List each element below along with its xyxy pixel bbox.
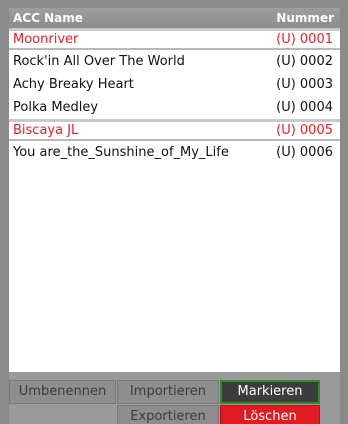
rename-button[interactable]: Umbenennen [9, 380, 116, 404]
import-button[interactable]: Importieren [117, 380, 219, 404]
item-number: (U) 0001 [276, 32, 333, 47]
export-button[interactable]: Exportieren [117, 405, 219, 424]
item-name: Moonriver [13, 32, 79, 47]
button-bar: Umbenennen Importieren Markieren Exporti… [9, 372, 340, 424]
empty-button-slot [9, 405, 116, 424]
list-header: ACC Name Nummer [9, 8, 340, 28]
list-item[interactable]: Achy Breaky Heart (U) 0003 [9, 73, 340, 96]
item-number: (U) 0003 [276, 77, 333, 92]
item-name: You are_the_Sunshine_of_My_Life [13, 145, 229, 160]
list-item[interactable]: Polka Medley (U) 0004 [9, 96, 340, 119]
item-number: (U) 0002 [276, 54, 333, 69]
item-number: (U) 0004 [276, 100, 333, 115]
item-number: (U) 0005 [276, 123, 333, 138]
item-name: Achy Breaky Heart [13, 77, 134, 92]
delete-button[interactable]: Löschen [220, 405, 320, 424]
mark-button[interactable]: Markieren [220, 380, 320, 404]
column-header-number[interactable]: Nummer [276, 11, 334, 25]
item-name: Biscaya JL [13, 123, 79, 138]
column-header-name[interactable]: ACC Name [13, 11, 83, 25]
item-name: Rock'in All Over The World [13, 54, 185, 69]
item-number: (U) 0006 [276, 145, 333, 160]
list-item[interactable]: Moonriver (U) 0001 [9, 28, 340, 50]
acc-list: Moonriver (U) 0001 Rock'in All Over The … [9, 28, 340, 372]
list-item[interactable]: You are_the_Sunshine_of_My_Life (U) 0006 [9, 141, 340, 164]
acc-list-panel: ACC Name Nummer Moonriver (U) 0001 Rock'… [9, 8, 340, 424]
item-name: Polka Medley [13, 100, 99, 115]
list-item[interactable]: Rock'in All Over The World (U) 0002 [9, 50, 340, 73]
list-item[interactable]: Biscaya JL (U) 0005 [9, 119, 340, 141]
